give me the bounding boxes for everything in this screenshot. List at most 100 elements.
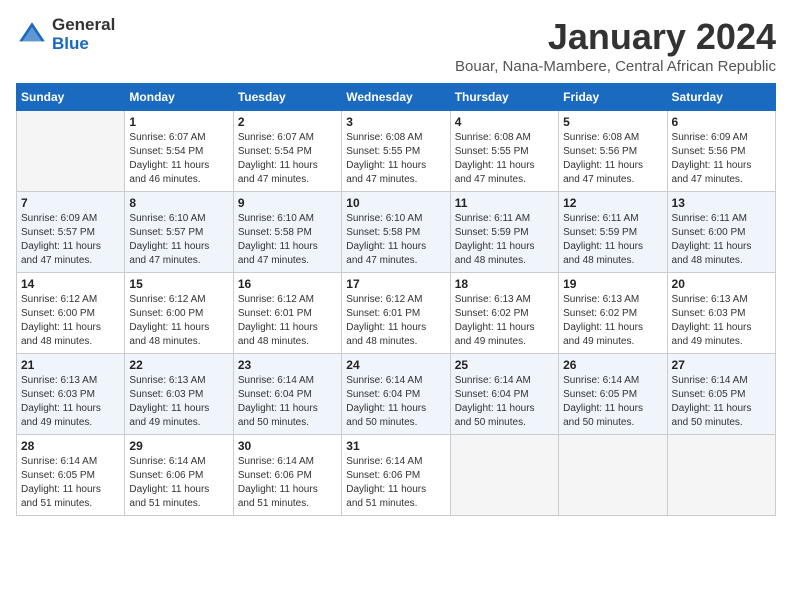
logo-text: General Blue (52, 16, 115, 53)
column-header-thursday: Thursday (450, 84, 558, 111)
calendar-cell: 18Sunrise: 6:13 AM Sunset: 6:02 PM Dayli… (450, 273, 558, 354)
day-number: 24 (346, 358, 445, 372)
day-number: 29 (129, 439, 228, 453)
calendar-cell: 20 Sunrise: 6:13 AM Sunset: 6:03 PM Dayli… (667, 273, 775, 354)
calendar-cell: 12 Sunrise: 6:11 AM Sunset: 5:59 PM Dayli… (559, 192, 667, 273)
day-info: Sunrise: 6:14 AM Sunset: 6:05 PM Dayligh… (21, 455, 120, 511)
day-info: Sunrise: 6:10 AM Sunset: 5:57 PM Dayligh… (129, 212, 228, 268)
day-number: 4 (455, 115, 554, 129)
day-info: Sunrise: 6:08 AM Sunset: 5:55 PM Dayligh… (455, 131, 554, 187)
day-number: 11 (455, 196, 554, 210)
day-number: 27 (672, 358, 771, 372)
calendar-cell (450, 435, 558, 516)
day-number: 23 (238, 358, 337, 372)
day-number: 14 (21, 277, 120, 291)
day-info: Sunrise: 6:10 AM Sunset: 5:58 PM Dayligh… (346, 212, 445, 268)
day-info: Sunrise: 6:10 AM Sunset: 5:58 PM Dayligh… (238, 212, 337, 268)
day-info: Sunrise: 6:07 AM Sunset: 5:54 PM Dayligh… (129, 131, 228, 187)
calendar-cell (559, 435, 667, 516)
calendar-cell: 5 Sunrise: 6:08 AM Sunset: 5:56 PM Daylig… (559, 111, 667, 192)
calendar-cell (667, 435, 775, 516)
day-number: 10 (346, 196, 445, 210)
calendar-cell: 21 Sunrise: 6:13 AM Sunset: 6:03 PM Dayli… (17, 354, 125, 435)
day-info: Sunrise: 6:13 AM Sunset: 6:03 PM Dayligh… (129, 374, 228, 430)
day-number: 21 (21, 358, 120, 372)
column-header-wednesday: Wednesday (342, 84, 450, 111)
logo-general-text: General (52, 16, 115, 35)
week-row-1: 1 Sunrise: 6:07 AM Sunset: 5:54 PM Daylig… (17, 111, 776, 192)
calendar-cell: 9 Sunrise: 6:10 AM Sunset: 5:58 PM Daylig… (233, 192, 341, 273)
day-info: Sunrise: 6:14 AM Sunset: 6:06 PM Dayligh… (346, 455, 445, 511)
calendar-cell: 28 Sunrise: 6:14 AM Sunset: 6:05 PM Dayli… (17, 435, 125, 516)
day-number: 16 (238, 277, 337, 291)
day-number: 7 (21, 196, 120, 210)
day-number: 28 (21, 439, 120, 453)
day-number: 17 (346, 277, 445, 291)
column-header-monday: Monday (125, 84, 233, 111)
week-row-4: 21 Sunrise: 6:13 AM Sunset: 6:03 PM Dayli… (17, 354, 776, 435)
day-number: 30 (238, 439, 337, 453)
day-number: 2 (238, 115, 337, 129)
day-info: Sunrise: 6:09 AM Sunset: 5:56 PM Dayligh… (672, 131, 771, 187)
calendar-cell: 3Sunrise: 6:08 AM Sunset: 5:55 PM Daylig… (342, 111, 450, 192)
logo-blue-text: Blue (52, 35, 115, 54)
calendar-cell: 17 Sunrise: 6:12 AM Sunset: 6:01 PM Dayli… (342, 273, 450, 354)
day-info: Sunrise: 6:14 AM Sunset: 6:04 PM Dayligh… (455, 374, 554, 430)
day-number: 31 (346, 439, 445, 453)
day-info: Sunrise: 6:11 AM Sunset: 6:00 PM Dayligh… (672, 212, 771, 268)
calendar-cell: 11 Sunrise: 6:11 AM Sunset: 5:59 PM Dayli… (450, 192, 558, 273)
day-number: 6 (672, 115, 771, 129)
calendar-cell: 10 Sunrise: 6:10 AM Sunset: 5:58 PM Dayli… (342, 192, 450, 273)
calendar-table: SundayMondayTuesdayWednesdayThursdayFrid… (16, 83, 776, 516)
calendar-cell: 7Sunrise: 6:09 AM Sunset: 5:57 PM Daylig… (17, 192, 125, 273)
calendar-cell (17, 111, 125, 192)
day-info: Sunrise: 6:11 AM Sunset: 5:59 PM Dayligh… (563, 212, 662, 268)
day-info: Sunrise: 6:11 AM Sunset: 5:59 PM Dayligh… (455, 212, 554, 268)
title-block: January 2024 Bouar, Nana-Mambere, Centra… (455, 16, 776, 75)
day-info: Sunrise: 6:12 AM Sunset: 6:00 PM Dayligh… (21, 293, 120, 349)
day-info: Sunrise: 6:14 AM Sunset: 6:05 PM Dayligh… (563, 374, 662, 430)
day-info: Sunrise: 6:13 AM Sunset: 6:03 PM Dayligh… (21, 374, 120, 430)
calendar-cell: 6 Sunrise: 6:09 AM Sunset: 5:56 PM Daylig… (667, 111, 775, 192)
page-header: General Blue January 2024 Bouar, Nana-Ma… (16, 16, 776, 75)
logo: General Blue (16, 16, 115, 53)
day-number: 1 (129, 115, 228, 129)
calendar-cell: 31 Sunrise: 6:14 AM Sunset: 6:06 PM Dayli… (342, 435, 450, 516)
day-info: Sunrise: 6:13 AM Sunset: 6:03 PM Dayligh… (672, 293, 771, 349)
day-info: Sunrise: 6:14 AM Sunset: 6:04 PM Dayligh… (346, 374, 445, 430)
day-number: 20 (672, 277, 771, 291)
calendar-cell: 16 Sunrise: 6:12 AM Sunset: 6:01 PM Dayli… (233, 273, 341, 354)
calendar-cell: 29 Sunrise: 6:14 AM Sunset: 6:06 PM Dayli… (125, 435, 233, 516)
day-info: Sunrise: 6:12 AM Sunset: 6:01 PM Dayligh… (238, 293, 337, 349)
calendar-cell: 8 Sunrise: 6:10 AM Sunset: 5:57 PM Daylig… (125, 192, 233, 273)
location-title: Bouar, Nana-Mambere, Central African Rep… (455, 58, 776, 75)
day-number: 15 (129, 277, 228, 291)
day-info: Sunrise: 6:14 AM Sunset: 6:05 PM Dayligh… (672, 374, 771, 430)
week-row-2: 7Sunrise: 6:09 AM Sunset: 5:57 PM Daylig… (17, 192, 776, 273)
calendar-cell: 22Sunrise: 6:13 AM Sunset: 6:03 PM Dayli… (125, 354, 233, 435)
calendar-header-row: SundayMondayTuesdayWednesdayThursdayFrid… (17, 84, 776, 111)
day-number: 8 (129, 196, 228, 210)
day-info: Sunrise: 6:14 AM Sunset: 6:06 PM Dayligh… (129, 455, 228, 511)
calendar-cell: 26Sunrise: 6:14 AM Sunset: 6:05 PM Dayli… (559, 354, 667, 435)
day-info: Sunrise: 6:08 AM Sunset: 5:55 PM Dayligh… (346, 131, 445, 187)
day-number: 9 (238, 196, 337, 210)
day-info: Sunrise: 6:12 AM Sunset: 6:00 PM Dayligh… (129, 293, 228, 349)
day-number: 25 (455, 358, 554, 372)
day-info: Sunrise: 6:08 AM Sunset: 5:56 PM Dayligh… (563, 131, 662, 187)
column-header-saturday: Saturday (667, 84, 775, 111)
day-info: Sunrise: 6:13 AM Sunset: 6:02 PM Dayligh… (563, 293, 662, 349)
day-info: Sunrise: 6:07 AM Sunset: 5:54 PM Dayligh… (238, 131, 337, 187)
column-header-tuesday: Tuesday (233, 84, 341, 111)
day-number: 5 (563, 115, 662, 129)
calendar-cell: 24 Sunrise: 6:14 AM Sunset: 6:04 PM Dayli… (342, 354, 450, 435)
calendar-cell: 15 Sunrise: 6:12 AM Sunset: 6:00 PM Dayli… (125, 273, 233, 354)
calendar-cell: 1 Sunrise: 6:07 AM Sunset: 5:54 PM Daylig… (125, 111, 233, 192)
column-header-sunday: Sunday (17, 84, 125, 111)
week-row-3: 14 Sunrise: 6:12 AM Sunset: 6:00 PM Dayli… (17, 273, 776, 354)
day-info: Sunrise: 6:14 AM Sunset: 6:04 PM Dayligh… (238, 374, 337, 430)
month-title: January 2024 (455, 16, 776, 58)
day-number: 12 (563, 196, 662, 210)
day-info: Sunrise: 6:13 AM Sunset: 6:02 PM Dayligh… (455, 293, 554, 349)
day-info: Sunrise: 6:12 AM Sunset: 6:01 PM Dayligh… (346, 293, 445, 349)
